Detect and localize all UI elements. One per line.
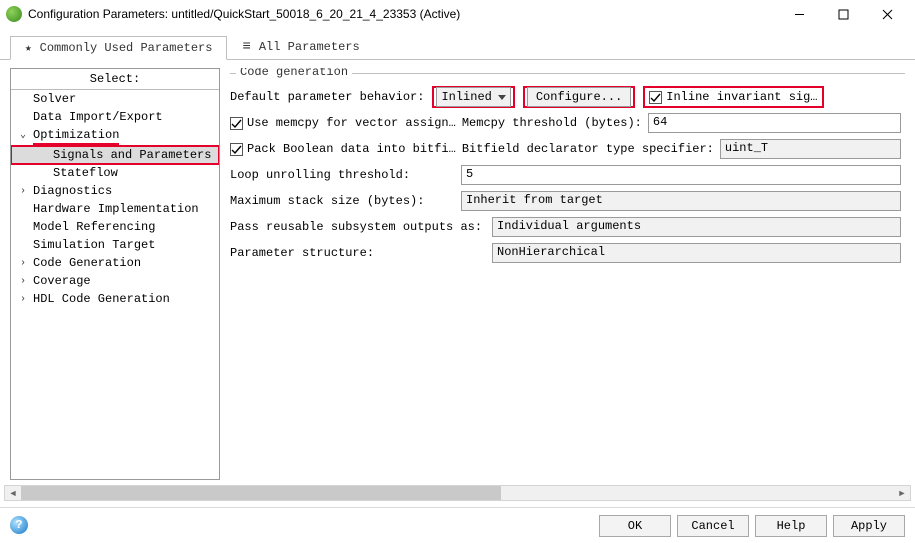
nav-signals-and-parameters[interactable]: Signals and Parameters [11, 146, 219, 164]
configure-button[interactable]: Configure... [527, 87, 631, 107]
titlebar: Configuration Parameters: untitled/Quick… [0, 0, 915, 28]
nav-hardware-implementation[interactable]: Hardware Implementation [11, 200, 219, 218]
input-loop-unroll[interactable]: 5 [461, 165, 901, 185]
label-memcpy-threshold: Memcpy threshold (bytes): [462, 116, 642, 130]
help-button[interactable]: Help [755, 515, 827, 537]
label-param-struct: Parameter structure: [230, 246, 486, 260]
window-title: Configuration Parameters: untitled/Quick… [28, 7, 777, 21]
maximize-button[interactable] [821, 2, 865, 26]
select-bitfield[interactable]: uint_T [720, 139, 901, 159]
tab-common-parameters[interactable]: Commonly Used Parameters [10, 36, 227, 60]
horizontal-scrollbar[interactable]: ◄ ► [4, 485, 911, 501]
label-max-stack: Maximum stack size (bytes): [230, 194, 455, 208]
combo-value: Inlined [441, 90, 491, 104]
nav-diagnostics[interactable]: › Diagnostics [11, 182, 219, 200]
check-use-memcpy[interactable]: Use memcpy for vector assign… [230, 116, 456, 130]
nav-tree: Select: Solver Data Import/Export ⌄ Opti… [10, 68, 220, 480]
tab-label: All Parameters [259, 40, 360, 54]
row-default-param-behavior: Default parameter behavior: Inlined Conf… [226, 84, 905, 110]
checkbox-icon [230, 117, 243, 130]
label-bitfield: Bitfield declarator type specifier: [462, 142, 714, 156]
code-generation-section: Code generation Default parameter behavi… [226, 68, 905, 266]
nav-model-referencing[interactable]: Model Referencing [11, 218, 219, 236]
nav-hdl-code-generation[interactable]: › HDL Code Generation [11, 290, 219, 308]
scroll-left-icon[interactable]: ◄ [5, 486, 21, 500]
nav-header: Select: [11, 69, 219, 90]
combo-default-param-behavior[interactable]: Inlined [436, 87, 510, 107]
nav-optimization[interactable]: ⌄ Optimization [11, 126, 219, 146]
nav-coverage[interactable]: › Coverage [11, 272, 219, 290]
tab-label: Commonly Used Parameters [40, 41, 213, 55]
label-loop-unroll: Loop unrolling threshold: [230, 168, 455, 182]
cancel-button[interactable]: Cancel [677, 515, 749, 537]
nav-code-generation[interactable]: › Code Generation [11, 254, 219, 272]
scroll-thumb[interactable] [21, 486, 501, 500]
ok-button[interactable]: OK [599, 515, 671, 537]
scroll-track[interactable] [21, 486, 894, 500]
chevron-right-icon[interactable]: › [17, 292, 29, 304]
minimize-button[interactable] [777, 2, 821, 26]
main-area: Select: Solver Data Import/Export ⌄ Opti… [0, 60, 915, 480]
chevron-down-icon[interactable]: ⌄ [17, 128, 29, 140]
scroll-right-icon[interactable]: ► [894, 486, 910, 500]
nav-stateflow[interactable]: Stateflow [11, 164, 219, 182]
section-title: Code generation [236, 68, 352, 79]
form-panel: Code generation Default parameter behavi… [226, 68, 905, 480]
row-memcpy: Use memcpy for vector assign… Memcpy thr… [226, 110, 905, 136]
label-pass-reusable: Pass reusable subsystem outputs as: [230, 220, 486, 234]
apply-button[interactable]: Apply [833, 515, 905, 537]
check-inline-invariant[interactable]: Inline invariant sig… [649, 90, 817, 104]
chevron-right-icon[interactable]: › [17, 274, 29, 286]
nav-simulation-target[interactable]: Simulation Target [11, 236, 219, 254]
row-bitfield: Pack Boolean data into bitfi… Bitfield d… [226, 136, 905, 162]
row-param-struct: Parameter structure: NonHierarchical [226, 240, 905, 266]
select-pass-reusable[interactable]: Individual arguments [492, 217, 901, 237]
chevron-right-icon[interactable]: › [17, 184, 29, 196]
chevron-right-icon[interactable]: › [17, 256, 29, 268]
input-memcpy-threshold[interactable]: 64 [648, 113, 901, 133]
tabs-row: Commonly Used Parameters All Parameters [0, 28, 915, 60]
nav-data-import-export[interactable]: Data Import/Export [11, 108, 219, 126]
dialog-button-bar: ? OK Cancel Help Apply [0, 507, 915, 543]
tab-all-parameters[interactable]: All Parameters [227, 34, 374, 59]
row-loop-unroll: Loop unrolling threshold: 5 [226, 162, 905, 188]
checkbox-icon [230, 143, 243, 156]
app-icon [6, 6, 22, 22]
help-icon[interactable]: ? [10, 516, 28, 534]
dropdown-icon [498, 95, 506, 100]
select-max-stack[interactable]: Inherit from target [461, 191, 901, 211]
nav-solver[interactable]: Solver [11, 90, 219, 108]
label-default-param-behavior: Default parameter behavior: [230, 90, 424, 104]
row-pass-reusable: Pass reusable subsystem outputs as: Indi… [226, 214, 905, 240]
check-pack-boolean[interactable]: Pack Boolean data into bitfi… [230, 142, 456, 156]
checkbox-icon [649, 91, 662, 104]
close-button[interactable] [865, 2, 909, 26]
select-param-struct[interactable]: NonHierarchical [492, 243, 901, 263]
row-max-stack: Maximum stack size (bytes): Inherit from… [226, 188, 905, 214]
